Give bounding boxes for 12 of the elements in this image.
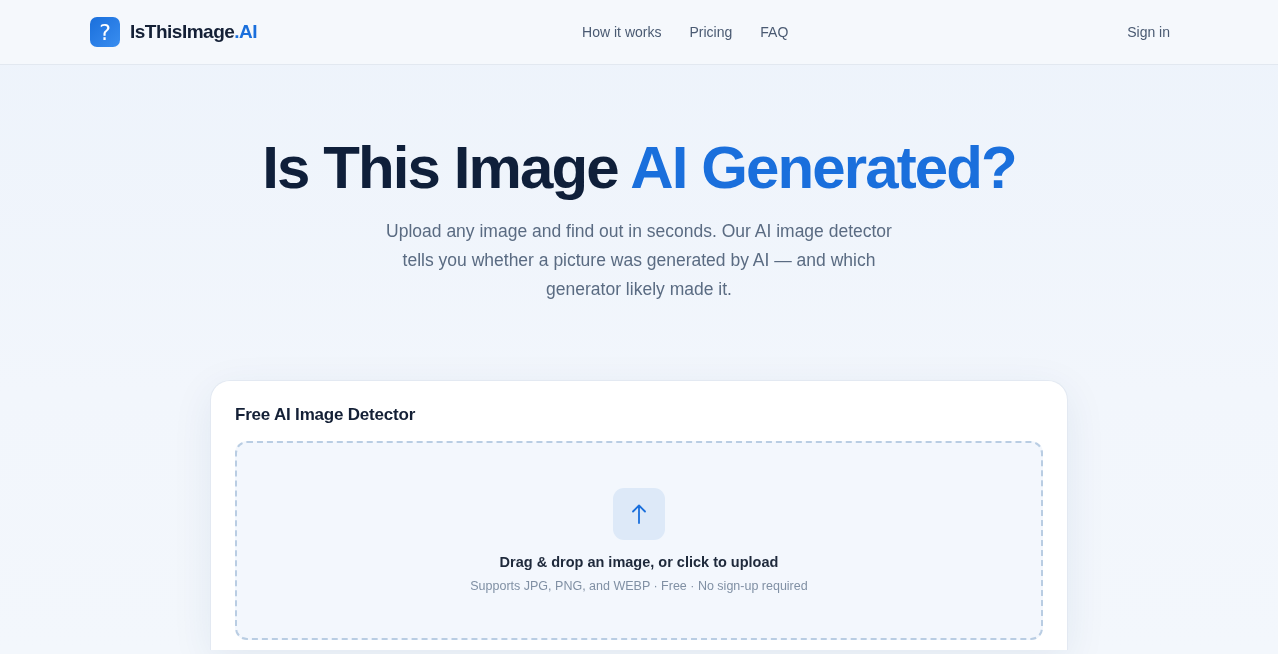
logo-text[interactable]: IsThisImage.AI [130,21,258,43]
sign-in-link[interactable]: Sign in [1127,24,1170,40]
nav-link[interactable]: How it works [582,24,662,40]
upload-prompt: Drag & drop an image, or click to upload [499,554,779,570]
logo-mark: ? [90,17,120,47]
nav-link[interactable]: FAQ [760,24,789,40]
nav-link[interactable]: Pricing [689,24,733,40]
card-title: Free AI Image Detector [235,405,417,425]
upload-dropzone[interactable]: Drag & drop an image, or click to upload Supports JPG, PNG, and WEBP · Free · No sign-up required [235,441,1043,640]
page-heading: Is This Image AI Generated? [262,135,1016,201]
hero-description: Upload any image and find out in seconds. Our AI image detector tells you whether a picture was generated by AI — and which generator likely made it. [385,220,893,301]
upload-hint: Supports JPG, PNG, and WEBP · Free · No sign-up required [470,579,808,593]
